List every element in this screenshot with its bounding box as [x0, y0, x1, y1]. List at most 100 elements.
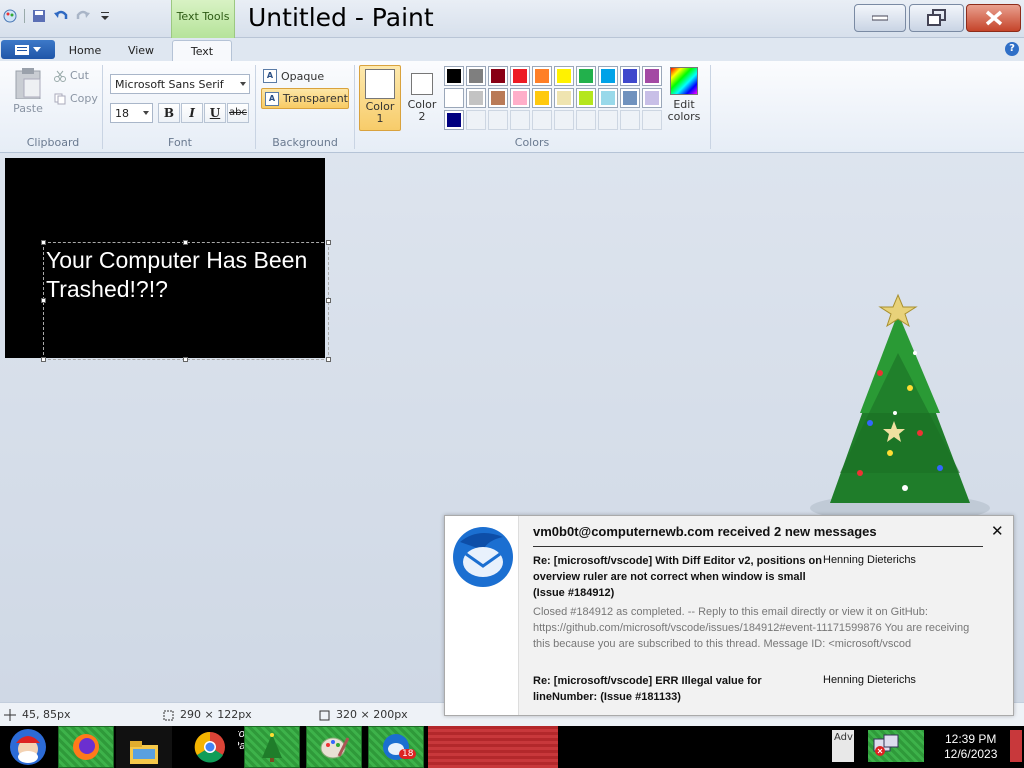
palette-color-swatch[interactable] [554, 88, 574, 108]
resize-handle[interactable] [326, 357, 331, 362]
canvas-text[interactable]: Your Computer Has Been Trashed!?!? [46, 246, 326, 304]
taskbar-clock[interactable]: 12:39 PM 12/6/2023 [944, 732, 997, 762]
chevron-down-icon [143, 111, 149, 115]
strikethrough-button[interactable]: abc [227, 103, 249, 123]
message-1-subject[interactable]: Re: [microsoft/vscode] With Diff Editor … [533, 553, 823, 601]
paint-menu-button[interactable] [1, 40, 55, 59]
palette-color-swatch[interactable] [444, 88, 464, 108]
font-family-select[interactable]: Microsoft Sans Serif [110, 74, 250, 94]
canvas-size: 320 × 200px [318, 708, 408, 721]
palette-custom-slot[interactable] [576, 110, 596, 130]
italic-button[interactable]: I [181, 103, 203, 123]
tab-view[interactable]: View [120, 40, 162, 61]
taskbar-control-panel[interactable]: trol Panel [116, 726, 260, 768]
palette-custom-slot[interactable] [642, 110, 662, 130]
taskbar-adv-label[interactable]: Adv [832, 730, 854, 762]
thunderbird-icon [453, 527, 513, 587]
resize-handle[interactable] [183, 240, 188, 245]
minimize-button[interactable] [854, 4, 906, 32]
show-desktop-button[interactable] [1010, 730, 1022, 762]
edit-colors-button[interactable]: Edit colors [664, 67, 704, 123]
paint-app-icon[interactable] [2, 8, 18, 24]
palette-color-swatch[interactable] [576, 66, 596, 86]
canvas-size-value: 320 × 200px [336, 708, 408, 721]
redo-icon[interactable] [75, 8, 91, 24]
resize-handle[interactable] [41, 357, 46, 362]
copy-button[interactable]: Copy [54, 92, 98, 105]
palette-custom-slot[interactable] [488, 110, 508, 130]
resize-handle[interactable] [183, 357, 188, 362]
palette-color-swatch[interactable] [576, 88, 596, 108]
transparent-button[interactable]: A Transparent [261, 88, 349, 109]
tab-home[interactable]: Home [62, 40, 108, 61]
taskbar-tree-app[interactable] [244, 726, 300, 768]
paste-icon [15, 68, 41, 100]
color-spectrum-icon [670, 67, 698, 95]
palette-color-swatch[interactable] [598, 66, 618, 86]
close-button[interactable] [966, 4, 1021, 32]
transparent-icon: A [265, 91, 279, 106]
palette-color-swatch[interactable] [488, 88, 508, 108]
palette-color-swatch[interactable] [466, 66, 486, 86]
cut-button[interactable]: Cut [54, 69, 89, 82]
palette-color-swatch[interactable] [532, 66, 552, 86]
close-icon [985, 10, 1002, 26]
undo-icon[interactable] [53, 8, 69, 24]
palette-custom-slot[interactable] [510, 110, 530, 130]
background-group-label: Background [272, 136, 338, 149]
palette-custom-slot[interactable] [554, 110, 574, 130]
palette-custom-slot[interactable] [598, 110, 618, 130]
title-bar: Text Tools Untitled - Paint [0, 0, 1024, 38]
network-warning-icon [873, 734, 899, 756]
palette-color-swatch[interactable] [642, 66, 662, 86]
palette-custom-slot[interactable] [466, 110, 486, 130]
resize-handle[interactable] [41, 240, 46, 245]
ribbon-tabs: Home View Text ? [0, 38, 1024, 61]
color1-button[interactable]: Color 1 [359, 65, 401, 131]
clock-date: 12/6/2023 [944, 747, 998, 761]
thunderbird-notification[interactable]: vm0b0t@computernewb.com received 2 new m… [444, 515, 1014, 716]
color2-button[interactable]: Color 2 [405, 65, 439, 131]
palette-color-swatch[interactable] [510, 88, 530, 108]
palette-color-swatch[interactable] [642, 88, 662, 108]
message-2-subject[interactable]: Re: [microsoft/vscode] ERR Illegal value… [533, 673, 823, 705]
font-size-select[interactable]: 18 [110, 103, 153, 123]
help-icon[interactable]: ? [1005, 42, 1019, 56]
resize-handle[interactable] [326, 240, 331, 245]
menu-icon [15, 44, 29, 55]
bold-button[interactable]: B [158, 103, 180, 123]
palette-color-swatch[interactable] [488, 66, 508, 86]
close-notification-button[interactable]: ✕ [991, 522, 1004, 540]
taskbar-paint[interactable] [306, 726, 362, 768]
taskbar-thunderbird[interactable]: 18 [368, 726, 424, 768]
palette-color-swatch[interactable] [620, 66, 640, 86]
resize-handle[interactable] [326, 298, 331, 303]
system-tray[interactable] [868, 730, 924, 762]
tab-text[interactable]: Text [172, 40, 232, 61]
palette-color-swatch[interactable] [510, 66, 530, 86]
paste-button[interactable]: Paste [8, 67, 48, 115]
firefox-icon [73, 734, 99, 760]
palette-color-swatch[interactable] [598, 88, 618, 108]
palette-color-swatch[interactable] [444, 66, 464, 86]
taskbar-firefox[interactable] [58, 726, 114, 768]
palette-custom-slot[interactable] [620, 110, 640, 130]
palette-color-swatch[interactable] [466, 88, 486, 108]
palette-color-swatch[interactable] [554, 66, 574, 86]
taskbar-empty-slot[interactable] [428, 726, 558, 768]
notification-header: vm0b0t@computernewb.com received 2 new m… [533, 524, 877, 539]
palette-color-swatch[interactable] [444, 110, 464, 130]
start-button[interactable] [0, 726, 56, 768]
palette-custom-slot[interactable] [532, 110, 552, 130]
palette-color-swatch[interactable] [620, 88, 640, 108]
palette-color-swatch[interactable] [532, 88, 552, 108]
save-icon[interactable] [31, 8, 47, 24]
customize-qat-icon[interactable] [97, 8, 113, 24]
restore-button[interactable] [909, 4, 964, 32]
chevron-down-icon [33, 46, 41, 52]
christmas-tree-icon [262, 733, 282, 762]
underline-button[interactable]: U [204, 103, 226, 123]
opaque-button[interactable]: A Opaque [263, 67, 324, 85]
taskbar-chrome[interactable] [182, 726, 238, 768]
copy-label: Copy [70, 92, 98, 105]
